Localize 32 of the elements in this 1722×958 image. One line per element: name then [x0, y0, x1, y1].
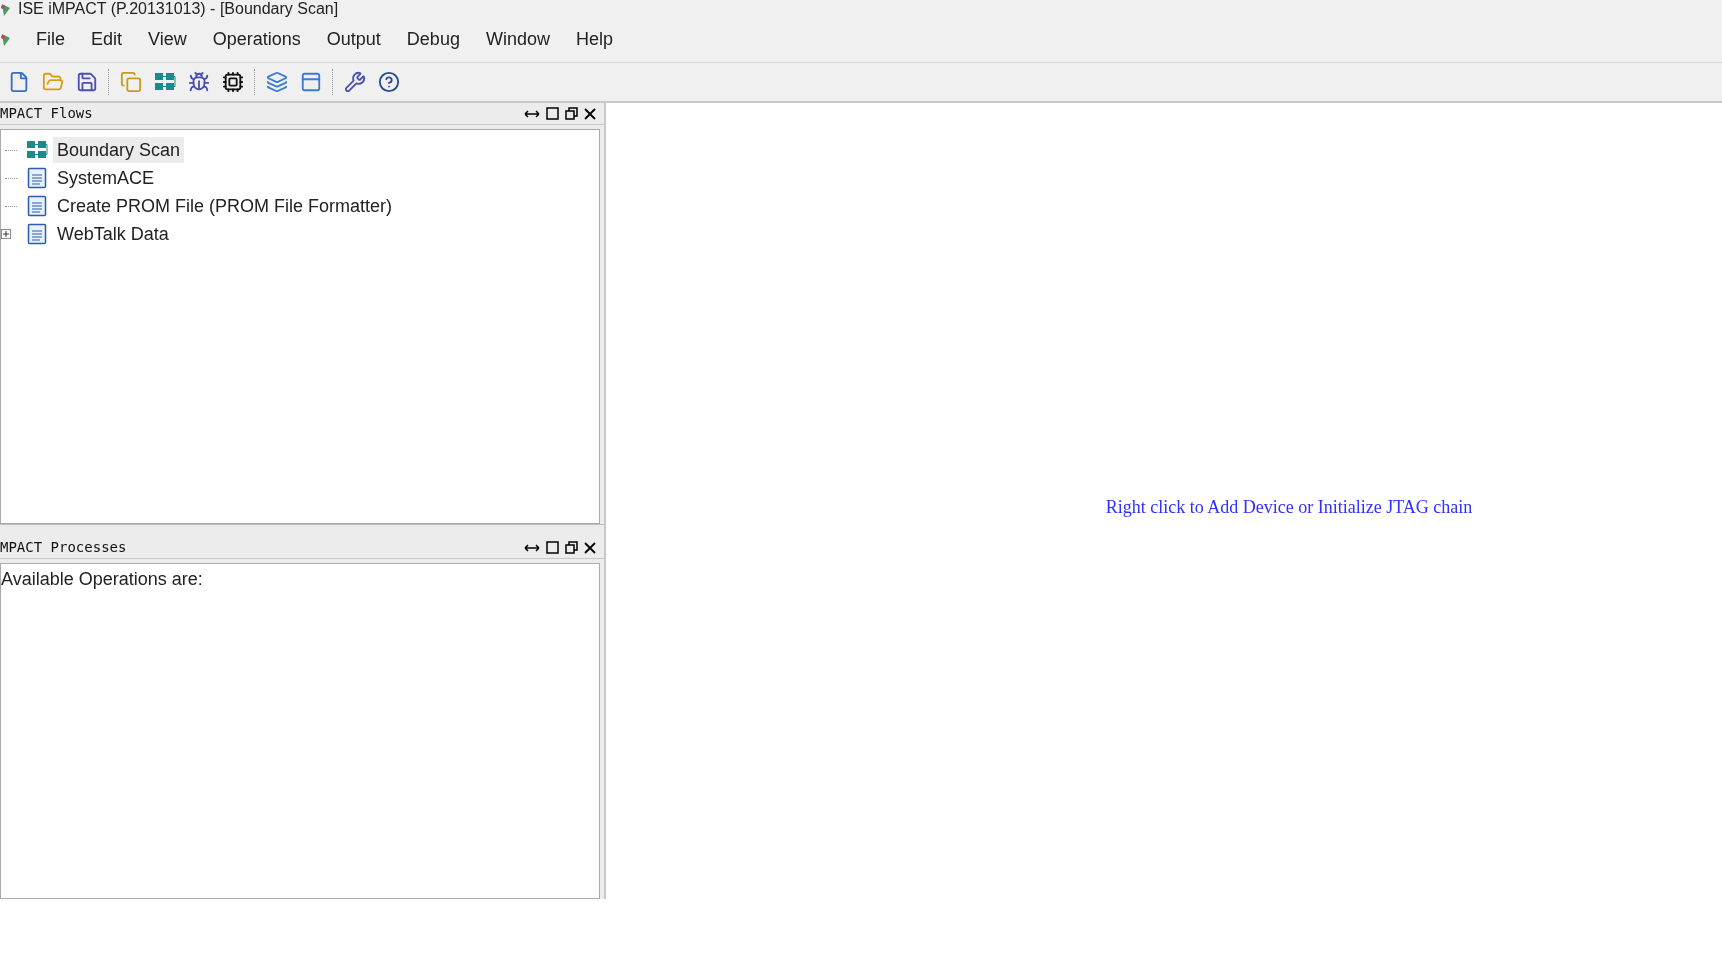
menu-item[interactable]: Output [324, 26, 383, 53]
maximize-icon[interactable] [546, 107, 559, 120]
menu-item[interactable]: Help [573, 26, 615, 53]
tree-item[interactable]: Boundary Scan [53, 137, 185, 163]
canvas-hint: Right click to Add Device or Initialize JTAG chain [1105, 495, 1473, 519]
chain-icon [26, 140, 48, 160]
tree-item[interactable]: Create PROM File (PROM File Formatter) [53, 193, 397, 219]
resize-icon[interactable] [524, 541, 540, 554]
close-icon[interactable] [584, 107, 596, 120]
menu-item[interactable]: Operations [210, 26, 303, 53]
restore-icon[interactable] [565, 541, 578, 554]
restore-icon[interactable] [565, 107, 578, 120]
menu-item[interactable]: File [34, 26, 67, 53]
app-icon [0, 32, 12, 47]
document-icon [27, 167, 47, 189]
menu-item[interactable]: Edit [89, 26, 125, 53]
tree-item[interactable]: SystemACE [53, 165, 159, 191]
tree-item[interactable]: WebTalk Data [53, 221, 173, 247]
menu-item[interactable]: View [146, 26, 189, 53]
menu-item[interactable]: Window [483, 26, 552, 53]
close-icon[interactable] [584, 541, 596, 554]
resize-icon[interactable] [524, 107, 540, 120]
processes-text: Available Operations are: [1, 569, 203, 589]
window-title: ISE iMPACT (P.20131013) - [Boundary Scan] [18, 0, 339, 17]
menu-item[interactable]: Debug [404, 26, 462, 53]
expand-icon[interactable] [1, 229, 11, 239]
panel-title: MPACT Processes [0, 538, 127, 557]
app-icon [0, 3, 12, 17]
document-icon [27, 223, 47, 245]
panel-title: MPACT Flows [0, 104, 93, 123]
maximize-icon[interactable] [546, 541, 559, 554]
document-icon [27, 195, 47, 217]
